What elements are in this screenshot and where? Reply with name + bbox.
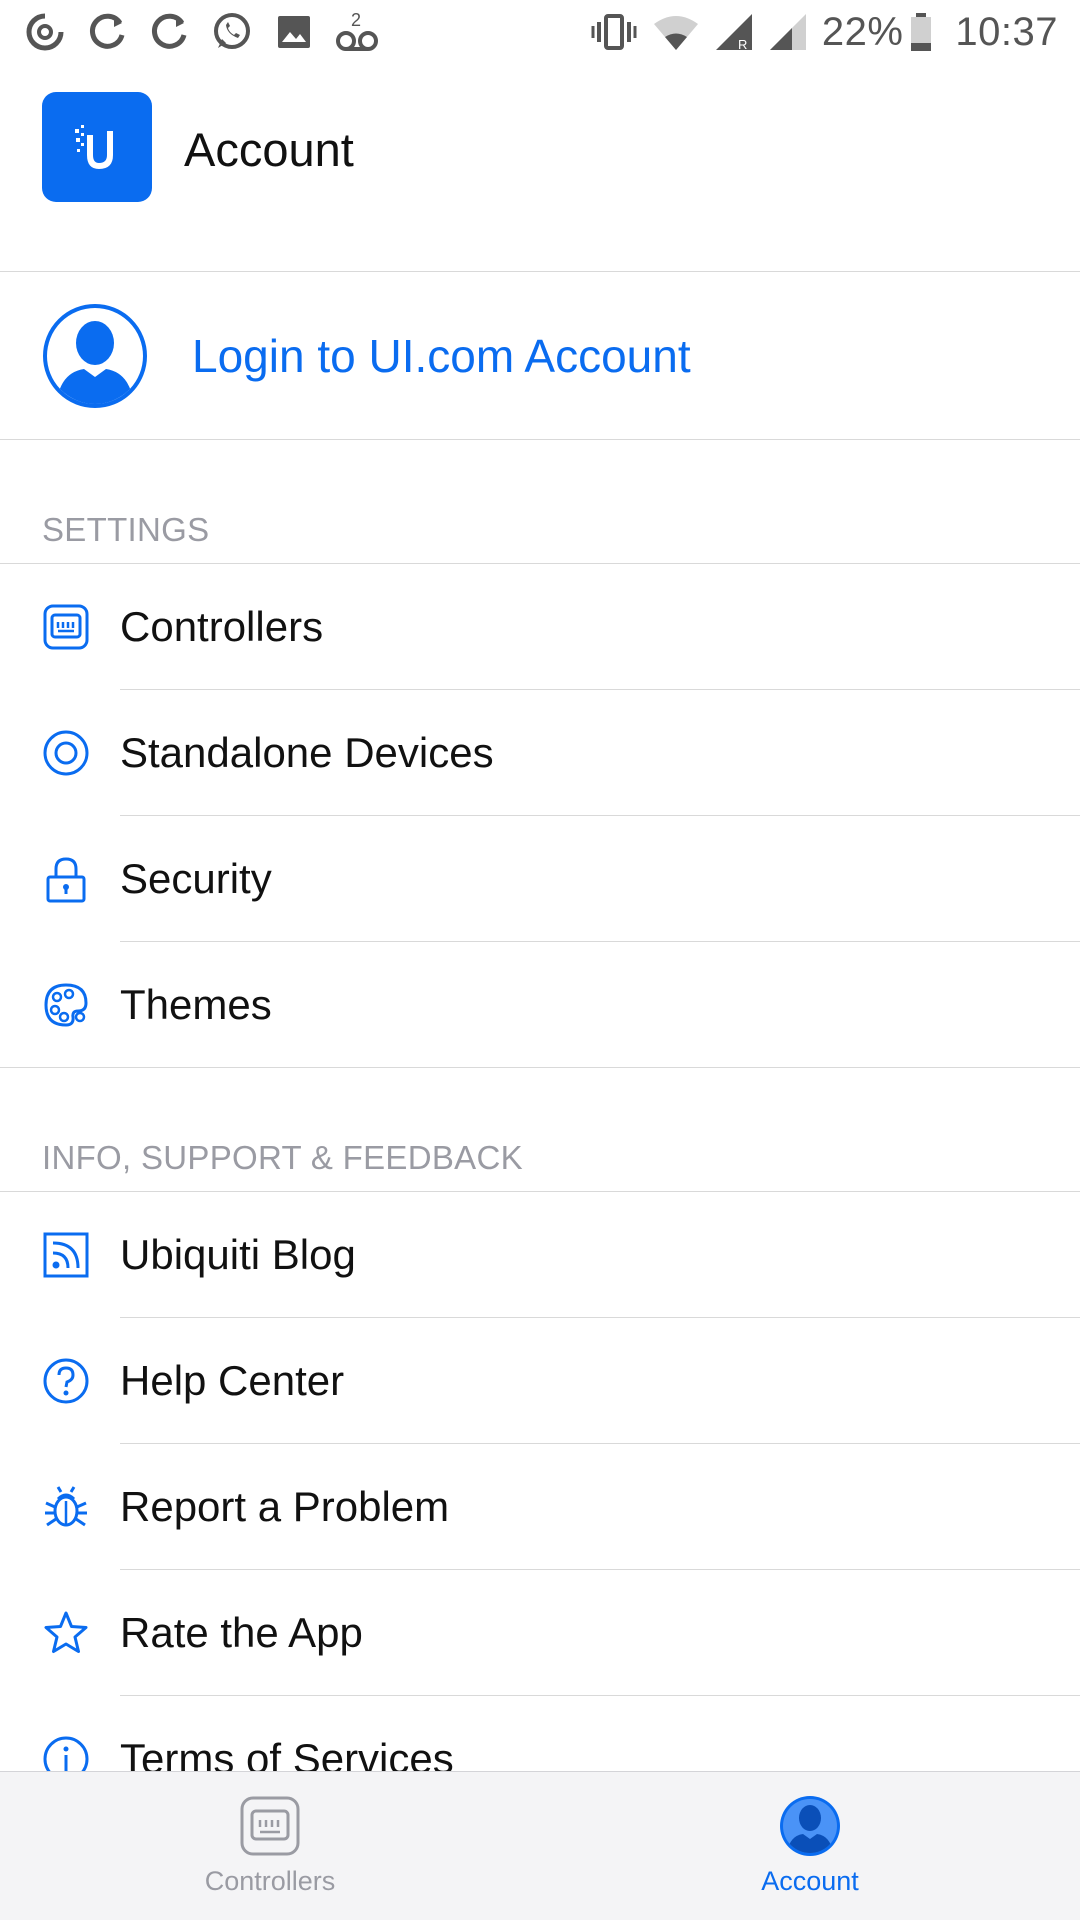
- tab-label: Controllers: [204, 1866, 336, 1896]
- info-item-report-a-problem[interactable]: Report a Problem: [0, 1444, 1080, 1570]
- vibrate-icon: [590, 12, 638, 52]
- help-icon: [42, 1357, 90, 1405]
- user-avatar-icon: [42, 303, 148, 409]
- settings-section-header: SETTINGS: [0, 440, 1080, 564]
- battery-percent: 22%: [821, 9, 904, 54]
- battery-icon: [909, 12, 933, 52]
- settings-item-themes[interactable]: Themes: [0, 942, 1080, 1068]
- tab-account[interactable]: Account: [540, 1772, 1080, 1920]
- notification-count: 2: [351, 10, 361, 30]
- whatsapp-icon: [210, 10, 254, 54]
- info-item-ubiquiti-blog[interactable]: Ubiquiti Blog: [0, 1192, 1080, 1318]
- settings-header-label: SETTINGS: [42, 511, 210, 548]
- tab-label: Account: [761, 1866, 859, 1896]
- rss-icon: [42, 1231, 90, 1279]
- wifi-icon: [652, 12, 700, 52]
- status-bar-notifications: 2: [24, 10, 400, 54]
- bug-icon: [42, 1483, 90, 1531]
- settings-item-controllers[interactable]: Controllers: [0, 564, 1080, 690]
- info-item-label: Ubiquiti Blog: [120, 1231, 356, 1278]
- info-item-help-center[interactable]: Help Center: [0, 1318, 1080, 1444]
- settings-item-security[interactable]: Security: [0, 816, 1080, 942]
- info-section-header: INFO, SUPPORT & FEEDBACK: [0, 1068, 1080, 1192]
- settings-item-label: Standalone Devices: [120, 729, 494, 776]
- settings-item-label: Security: [120, 855, 272, 902]
- palette-icon: [42, 981, 90, 1029]
- sync-icon: [86, 11, 128, 53]
- sync-icon: [148, 11, 190, 53]
- controller-icon: [42, 603, 90, 651]
- info-item-label: Report a Problem: [120, 1483, 450, 1530]
- info-item-rate-the-app[interactable]: Rate the App: [0, 1570, 1080, 1696]
- ubiquiti-logo-icon: [75, 125, 113, 169]
- page-title: Account: [184, 123, 354, 176]
- clock: 10:37: [955, 9, 1058, 54]
- settings-list: Controllers Standalone Devices Security …: [0, 564, 1080, 1068]
- info-item-label: Help Center: [120, 1357, 345, 1404]
- page-header: Account: [0, 64, 1080, 272]
- star-icon: [42, 1609, 90, 1657]
- settings-item-label: Themes: [120, 981, 272, 1028]
- settings-item-label: Controllers: [120, 603, 324, 650]
- settings-item-standalone-devices[interactable]: Standalone Devices: [0, 690, 1080, 816]
- login-link[interactable]: Login to UI.com Account: [192, 329, 691, 383]
- app-logo: [42, 92, 152, 202]
- controller-tab-icon: [238, 1794, 302, 1858]
- svg-text:R: R: [738, 37, 747, 52]
- account-tab-icon: [778, 1794, 842, 1858]
- tab-controllers[interactable]: Controllers: [0, 1772, 540, 1920]
- info-list: Ubiquiti Blog Help Center Report a Probl…: [0, 1192, 1080, 1822]
- image-icon: [274, 12, 314, 52]
- bottom-tab-bar: Controllers Account: [0, 1771, 1080, 1920]
- signal-icon: [768, 12, 808, 52]
- device-icon: [42, 729, 90, 777]
- voicemail-icon: 2: [334, 10, 380, 54]
- login-row[interactable]: Login to UI.com Account: [0, 272, 1080, 440]
- sync-arc-icon: [24, 11, 66, 53]
- lock-icon: [42, 855, 90, 903]
- info-item-label: Rate the App: [120, 1609, 363, 1656]
- signal-roaming-icon: R: [714, 12, 754, 52]
- status-bar: 2 R 22% 10:37: [0, 0, 1080, 64]
- info-header-label: INFO, SUPPORT & FEEDBACK: [42, 1139, 523, 1176]
